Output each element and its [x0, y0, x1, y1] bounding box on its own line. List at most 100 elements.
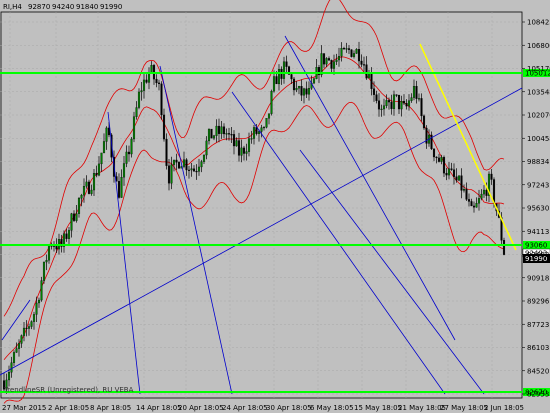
- bull-candle: [240, 147, 243, 156]
- bull-candle: [100, 152, 103, 165]
- bull-candle: [340, 48, 343, 57]
- bull-candle: [172, 159, 176, 165]
- x-tick-label: 2 Jun 18:05: [484, 404, 524, 412]
- bull-candle: [85, 181, 88, 187]
- y-tick-label: 108423: [527, 19, 550, 27]
- x-tick-label: 20 Apr 18:05: [178, 404, 224, 412]
- x-tick-label: 14 Apr 18:05: [136, 404, 182, 412]
- bull-candle: [267, 113, 271, 119]
- bear-candle: [485, 189, 488, 196]
- bear-candle: [255, 127, 258, 134]
- bear-candle: [167, 165, 171, 184]
- bull-candle: [137, 91, 141, 108]
- bull-candle: [462, 189, 466, 191]
- bull-candle: [320, 53, 323, 76]
- bear-candle: [65, 233, 68, 239]
- bear-candle: [292, 78, 296, 91]
- bear-candle: [377, 100, 381, 110]
- bear-candle: [415, 86, 418, 99]
- y-tick-label: 92493: [527, 251, 549, 259]
- bear-candle: [372, 88, 376, 95]
- bull-candle: [215, 125, 218, 136]
- bull-candle: [475, 203, 478, 208]
- bull-candle: [212, 135, 216, 139]
- bull-candle: [295, 88, 298, 91]
- bear-candle: [217, 125, 221, 134]
- y-tick-label: 103548: [527, 88, 550, 96]
- bull-candle: [35, 302, 38, 315]
- bull-candle: [447, 168, 451, 176]
- bear-candle: [470, 201, 473, 207]
- bull-candle: [40, 280, 43, 301]
- bear-candle: [322, 53, 326, 65]
- bull-candle: [10, 362, 13, 373]
- bull-candle: [272, 76, 276, 92]
- bear-candle: [145, 79, 148, 83]
- bull-candle: [225, 133, 228, 135]
- bull-candle: [335, 59, 338, 62]
- bull-candle: [260, 127, 263, 132]
- bull-candle: [80, 194, 83, 199]
- bull-candle: [410, 97, 413, 101]
- bull-candle: [235, 140, 238, 147]
- bear-candle: [177, 162, 181, 169]
- chart-window[interactable]: 10501293060826709249391990 1084231068001…: [0, 0, 550, 413]
- trendline: [107, 111, 141, 395]
- bear-candle: [222, 126, 226, 135]
- bull-candle: [17, 343, 21, 349]
- bull-candle: [417, 98, 421, 100]
- level-label: 93060: [525, 242, 547, 250]
- bear-candle: [185, 159, 188, 171]
- bull-candle: [440, 157, 443, 162]
- y-tick-label: 95630: [527, 205, 549, 213]
- bull-candle: [120, 177, 123, 198]
- bull-candle: [312, 78, 316, 84]
- bull-candle: [97, 163, 101, 176]
- y-tick-label: 89296: [527, 298, 550, 306]
- bear-candle: [95, 173, 98, 176]
- bull-candle: [140, 90, 143, 93]
- bear-candle: [195, 171, 198, 173]
- bull-candle: [270, 90, 273, 114]
- bear-candle: [157, 82, 161, 85]
- bull-candle: [37, 299, 41, 304]
- y-tick-label: 90918: [527, 274, 549, 282]
- bear-candle: [162, 114, 166, 140]
- bear-candle: [450, 168, 453, 170]
- bear-candle: [127, 151, 131, 155]
- bear-candle: [502, 240, 506, 255]
- x-tick-label: 2 Apr 18:05: [48, 404, 89, 412]
- bull-candle: [130, 138, 133, 155]
- bear-candle: [210, 128, 213, 139]
- bull-candle: [22, 327, 26, 336]
- bear-candle: [420, 98, 423, 117]
- bear-candle: [370, 73, 373, 89]
- bear-candle: [402, 101, 406, 104]
- price-chart[interactable]: 10501293060826709249391990 1084231068001…: [0, 0, 550, 413]
- bull-candle: [297, 86, 301, 89]
- bull-candle: [220, 126, 223, 134]
- bear-candle: [422, 115, 426, 129]
- bull-candle: [262, 127, 266, 129]
- header-high: 94240: [52, 3, 74, 11]
- y-tick-label: 98834: [527, 158, 550, 166]
- bear-candle: [155, 78, 158, 84]
- y-tick-label: 106800: [527, 42, 550, 50]
- y-tick-label: 94113: [527, 228, 549, 236]
- bear-candle: [230, 134, 233, 136]
- bull-candle: [250, 138, 253, 140]
- bear-candle: [452, 169, 456, 177]
- bull-candle: [265, 118, 268, 128]
- bull-candle: [20, 335, 23, 344]
- bear-candle: [375, 94, 378, 101]
- bull-candle: [352, 53, 356, 57]
- trendline: [284, 35, 456, 341]
- bull-candle: [200, 161, 203, 168]
- bull-candle: [102, 141, 106, 154]
- bull-candle: [282, 61, 286, 79]
- header-symbol: RI,H4: [3, 3, 22, 11]
- bull-candle: [337, 56, 341, 61]
- x-tick-label: 15 May 18:05: [354, 404, 402, 412]
- bear-candle: [435, 156, 438, 159]
- bear-candle: [472, 205, 476, 208]
